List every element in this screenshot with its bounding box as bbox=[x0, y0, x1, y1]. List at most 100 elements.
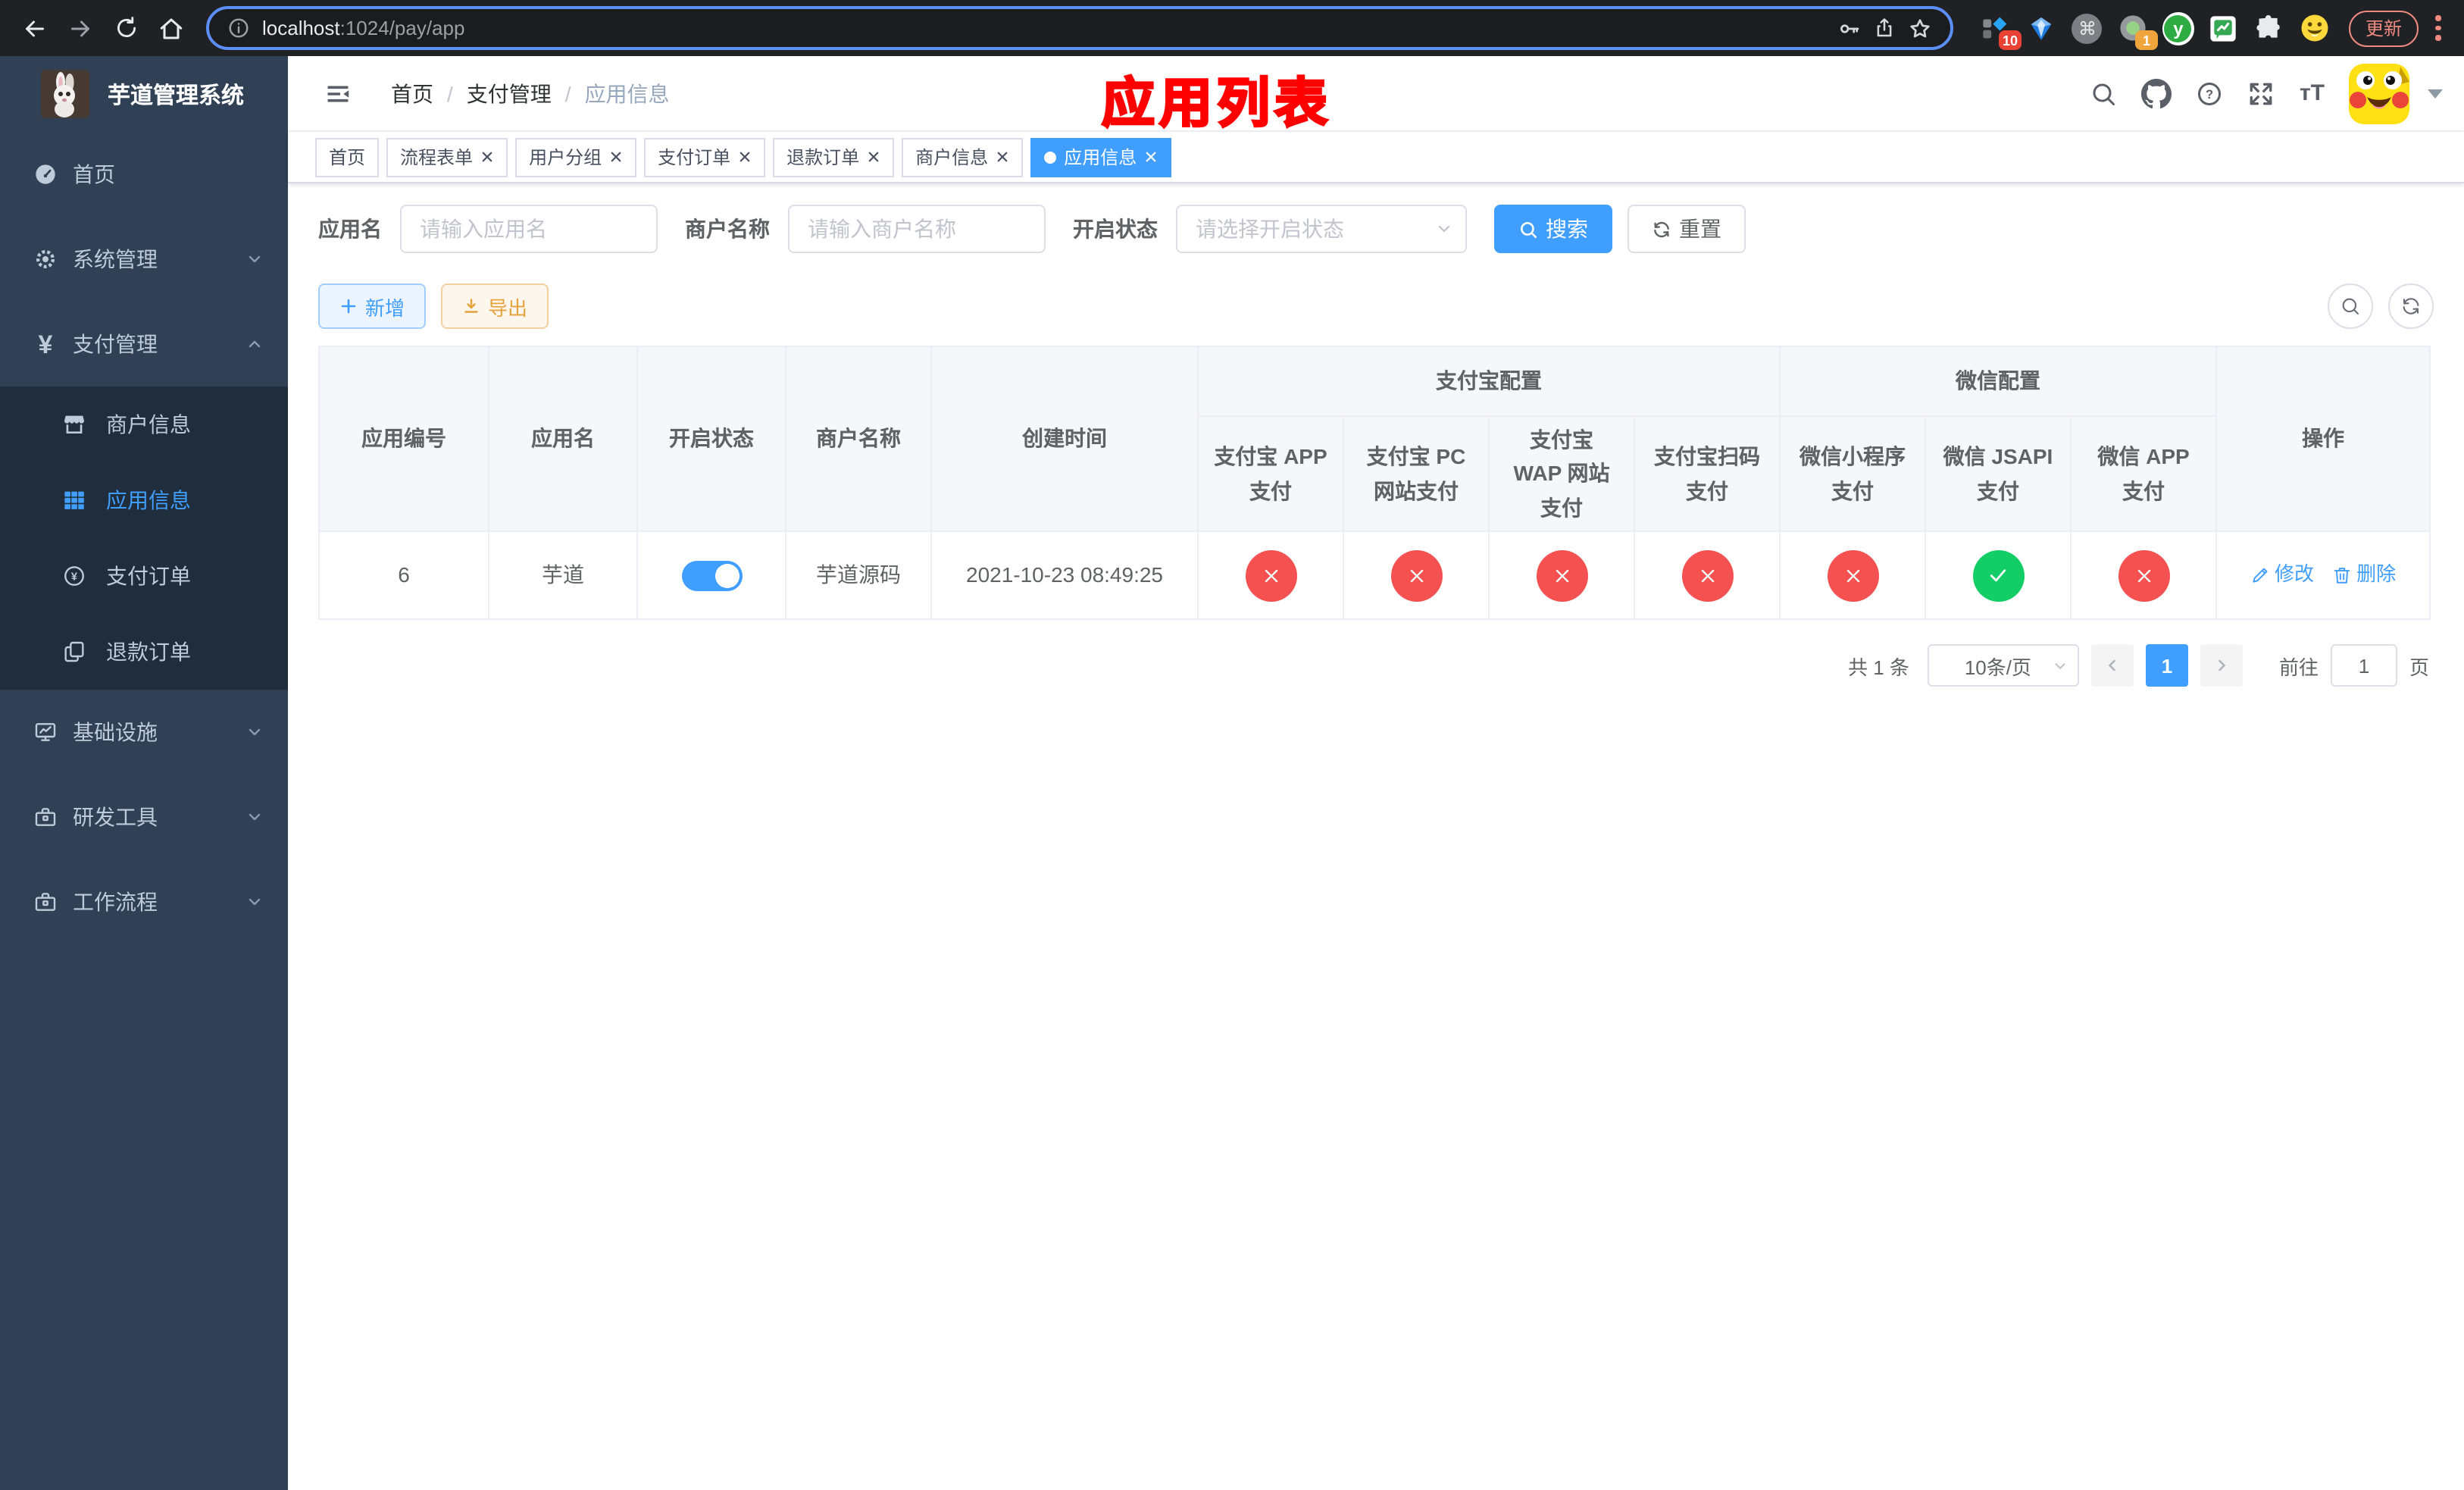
page-size-select[interactable]: 10条/页 bbox=[1927, 644, 2079, 687]
delete-button[interactable]: 删除 bbox=[2332, 560, 2396, 592]
breadcrumb-home[interactable]: 首页 bbox=[391, 78, 433, 108]
tag-close-icon[interactable] bbox=[609, 150, 623, 164]
refresh-table-button[interactable] bbox=[2388, 283, 2434, 329]
search-button[interactable]: 搜索 bbox=[1494, 205, 1612, 253]
tag-home[interactable]: 首页 bbox=[315, 137, 380, 177]
extension-devtools-icon[interactable]: 10 bbox=[1981, 12, 2022, 50]
tag-refund-order[interactable]: 退款订单 bbox=[773, 137, 895, 177]
extension-puzzle-icon[interactable] bbox=[2253, 12, 2285, 44]
sidebar-item-workflow[interactable]: 工作流程 bbox=[0, 859, 288, 944]
tag-close-icon[interactable] bbox=[738, 150, 752, 164]
col-app-id: 应用编号 bbox=[318, 345, 489, 533]
prev-page-button[interactable] bbox=[2090, 644, 2134, 687]
sidebar-item-refund-order[interactable]: 退款订单 bbox=[0, 614, 288, 690]
page-number-button[interactable]: 1 bbox=[2145, 644, 2188, 687]
bookmark-star-icon[interactable] bbox=[1908, 16, 1932, 40]
sidebar-logo[interactable]: 芋道管理系统 bbox=[0, 56, 288, 132]
tag-close-icon[interactable] bbox=[867, 150, 880, 164]
password-key-icon[interactable] bbox=[1837, 16, 1861, 40]
home-icon bbox=[160, 17, 183, 39]
sidebar-item-home[interactable]: 首页 bbox=[0, 132, 288, 217]
tag-close-icon[interactable] bbox=[996, 150, 1009, 164]
sidebar-item-payment[interactable]: ¥ 支付管理 bbox=[0, 302, 288, 387]
app-name-input[interactable] bbox=[400, 205, 658, 253]
extension-emoji-icon[interactable] bbox=[2299, 12, 2331, 44]
browser-update-button[interactable]: 更新 bbox=[2348, 10, 2419, 46]
help-icon[interactable]: ? bbox=[2197, 80, 2224, 107]
cell-merchant: 芋道源码 bbox=[785, 531, 932, 621]
extension-command-icon[interactable]: ⌘ bbox=[2072, 12, 2103, 44]
gear-icon bbox=[33, 247, 58, 271]
goto-page-input[interactable] bbox=[2330, 644, 2397, 687]
address-bar[interactable]: localhost:1024/pay/app bbox=[206, 6, 1953, 50]
export-button[interactable]: 导出 bbox=[441, 283, 549, 329]
add-button-label: 新增 bbox=[365, 296, 405, 319]
tag-label: 用户分组 bbox=[529, 147, 602, 168]
tag-app-info[interactable]: 应用信息 bbox=[1030, 137, 1172, 177]
reload-button[interactable] bbox=[106, 8, 145, 48]
sidebar-item-pay-order[interactable]: ¥ 支付订单 bbox=[0, 538, 288, 614]
add-button[interactable]: 新增 bbox=[318, 283, 427, 329]
extension-yudao-icon[interactable]: y bbox=[2162, 11, 2194, 45]
disabled-icon bbox=[1390, 549, 1442, 602]
tag-close-icon[interactable] bbox=[480, 150, 494, 164]
breadcrumb-payment[interactable]: 支付管理 bbox=[467, 78, 552, 108]
tag-merchant-info[interactable]: 商户信息 bbox=[902, 137, 1024, 177]
col-wechat-app: 微信 APP 支付 bbox=[2069, 415, 2218, 533]
tag-user-group[interactable]: 用户分组 bbox=[515, 137, 637, 177]
sidebar-item-system[interactable]: 系统管理 bbox=[0, 217, 288, 302]
sidebar-collapse-button[interactable] bbox=[309, 80, 367, 107]
status-select-placeholder: 请选择开启状态 bbox=[1196, 217, 1344, 241]
edit-pencil-icon bbox=[2253, 568, 2268, 583]
next-page-button[interactable] bbox=[2200, 644, 2243, 687]
tag-process-form[interactable]: 流程表单 bbox=[386, 137, 508, 177]
sidebar-item-label: 工作流程 bbox=[73, 890, 158, 914]
breadcrumb-current: 应用信息 bbox=[584, 81, 670, 105]
cell-alipay-qr bbox=[1634, 531, 1781, 621]
url-text[interactable]: localhost:1024/pay/app bbox=[262, 17, 1825, 39]
sidebar-item-dev-tools[interactable]: 研发工具 bbox=[0, 775, 288, 859]
page-content: 应用名 商户名称 开启状态 请选择开启状态 bbox=[288, 183, 2464, 1490]
edit-button[interactable]: 修改 bbox=[2250, 560, 2314, 592]
col-group-alipay: 支付宝配置 bbox=[1197, 346, 1781, 417]
tags-view: 首页 流程表单 用户分组 支付订单 退款订单 商户信息 应用信息 bbox=[288, 132, 2464, 183]
home-button[interactable] bbox=[152, 8, 191, 48]
page-info-icon[interactable] bbox=[227, 17, 250, 39]
forward-button[interactable] bbox=[61, 8, 100, 48]
extension-recorder-icon[interactable]: 1 bbox=[2117, 12, 2158, 50]
tag-pay-order[interactable]: 支付订单 bbox=[644, 137, 766, 177]
user-avatar[interactable] bbox=[2349, 63, 2409, 124]
tag-label: 应用信息 bbox=[1064, 147, 1137, 168]
edit-label: 修改 bbox=[2275, 562, 2315, 586]
status-select[interactable]: 请选择开启状态 bbox=[1176, 205, 1467, 253]
sidebar-item-infrastructure[interactable]: 基础设施 bbox=[0, 690, 288, 775]
header-search-icon[interactable] bbox=[2090, 80, 2118, 107]
avatar-caret-icon[interactable] bbox=[2428, 89, 2443, 98]
fullscreen-icon[interactable] bbox=[2248, 80, 2275, 107]
cell-alipay-pc bbox=[1343, 531, 1490, 621]
refresh-icon bbox=[1654, 221, 1669, 237]
col-alipay-app: 支付宝 APP 支付 bbox=[1197, 415, 1344, 533]
sidebar-item-merchant-info[interactable]: 商户信息 bbox=[0, 387, 288, 462]
reset-button[interactable]: 重置 bbox=[1628, 205, 1746, 253]
github-icon[interactable] bbox=[2141, 78, 2172, 108]
yen-icon: ¥ bbox=[38, 330, 53, 358]
trash-icon bbox=[2334, 568, 2350, 584]
tag-close-icon[interactable] bbox=[1144, 150, 1158, 164]
font-size-icon[interactable]: тT bbox=[2300, 80, 2325, 106]
url-host: localhost bbox=[262, 17, 340, 39]
status-toggle[interactable] bbox=[681, 560, 742, 591]
sidebar-item-label: 支付管理 bbox=[73, 332, 158, 356]
share-icon[interactable] bbox=[1873, 17, 1896, 39]
table-toolbar: 新增 导出 bbox=[318, 283, 2434, 329]
merchant-name-input[interactable] bbox=[788, 205, 1046, 253]
search-form: 应用名 商户名称 开启状态 请选择开启状态 bbox=[318, 205, 2434, 253]
show-search-button[interactable] bbox=[2328, 283, 2373, 329]
sidebar-item-app-info[interactable]: 应用信息 bbox=[0, 462, 288, 538]
extension-chart-icon[interactable] bbox=[2208, 12, 2240, 44]
back-button[interactable] bbox=[15, 8, 55, 48]
browser-menu-button[interactable] bbox=[2428, 15, 2449, 41]
extension-gem-icon[interactable] bbox=[2026, 12, 2058, 44]
shop-icon bbox=[62, 412, 86, 437]
extensions-row: 10 ⌘ 1 y bbox=[1975, 11, 2337, 50]
